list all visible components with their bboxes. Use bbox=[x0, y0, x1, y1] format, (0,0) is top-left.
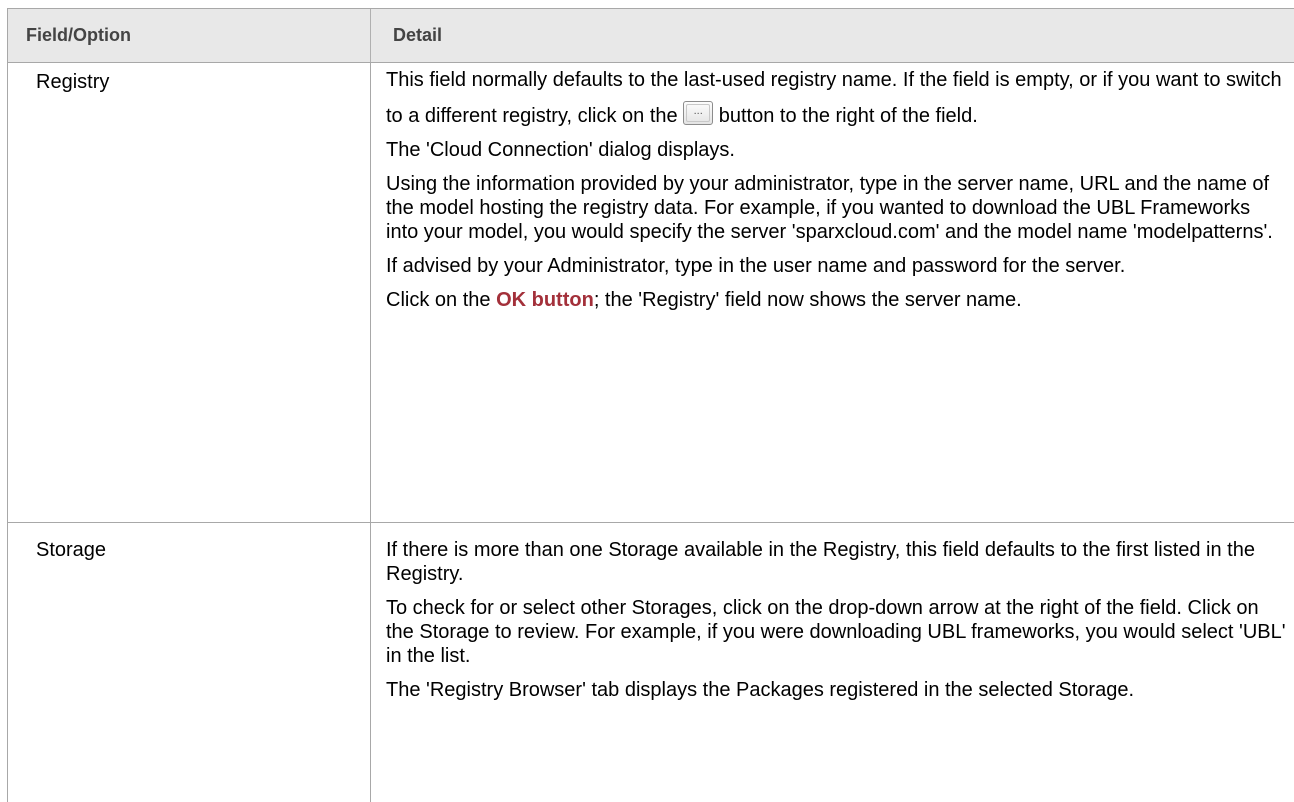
registry-detail-para-3: Using the information provided by your a… bbox=[386, 173, 1273, 243]
registry-text-after-button: button to the right of the field. bbox=[713, 105, 978, 127]
header-divider bbox=[370, 9, 371, 62]
browse-ellipsis-button: ... bbox=[683, 101, 714, 125]
table-header: Field/Option Detail bbox=[7, 8, 1294, 63]
row-field-registry: Registry bbox=[36, 71, 110, 93]
ellipsis-icon: ... bbox=[693, 105, 703, 117]
ok-button-link[interactable]: OK button bbox=[496, 289, 594, 311]
row-detail-registry: This field normally defaults to the last… bbox=[386, 68, 1286, 322]
header-field-option: Field/Option bbox=[26, 25, 131, 45]
registry-detail-para-5: Click on the OK button; the 'Registry' f… bbox=[386, 288, 1286, 312]
header-detail: Detail bbox=[393, 25, 443, 45]
storage-detail-para-1: If there is more than one Storage availa… bbox=[386, 539, 1255, 585]
storage-detail-para-3: The 'Registry Browser' tab displays the … bbox=[386, 679, 1135, 701]
field-option-table: Field/Option Detail Registry This field … bbox=[0, 0, 1294, 802]
storage-detail-para-2: To check for or select other Storages, c… bbox=[386, 597, 1286, 667]
column-divider bbox=[370, 62, 371, 802]
registry-detail-para-1: This field normally defaults to the last… bbox=[386, 62, 1286, 134]
ok-text-after: ; the 'Registry' field now shows the ser… bbox=[593, 289, 1022, 311]
ok-text-before: Click on the bbox=[386, 289, 497, 311]
row-detail-storage: If there is more than one Storage availa… bbox=[386, 538, 1286, 712]
row-separator bbox=[7, 522, 1294, 523]
row-field-storage: Storage bbox=[36, 539, 107, 561]
table-left-border bbox=[7, 8, 8, 802]
registry-detail-para-2: The 'Cloud Connection' dialog displays. bbox=[386, 139, 735, 161]
registry-detail-para-4: If advised by your Administrator, type i… bbox=[386, 255, 1126, 277]
